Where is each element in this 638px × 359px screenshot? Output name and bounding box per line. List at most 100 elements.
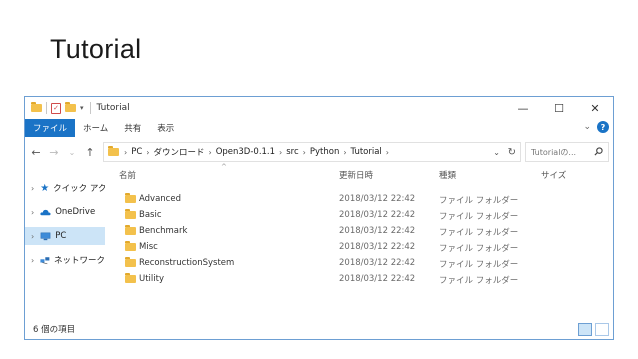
customize-dropdown-icon[interactable]: ▾ <box>80 104 84 112</box>
file-date: 2018/03/12 22:42 <box>339 258 416 268</box>
network-icon <box>40 256 50 264</box>
new-folder-icon[interactable] <box>65 102 76 112</box>
folder-icon <box>125 241 136 251</box>
pc-icon <box>40 232 51 240</box>
nav-item-pc[interactable]: › PC <box>25 227 105 245</box>
tab-home[interactable]: ホーム <box>75 122 116 134</box>
search-placeholder: Tutorialの... <box>531 147 577 157</box>
list-header: ^ 名前 更新日時 種類 サイズ <box>107 163 613 183</box>
file-name: ReconstructionSystem <box>139 258 235 268</box>
divider <box>46 102 47 114</box>
chevron-right-icon[interactable]: › <box>146 148 149 157</box>
address-bar[interactable]: › PC › ダウンロード › Open3D-0.1.1 › src › Pyt… <box>103 142 521 162</box>
file-name: Utility <box>139 274 165 284</box>
up-arrow-icon[interactable]: ↑ <box>83 146 97 159</box>
explorer-window: ✓ ▾ Tutorial — ☐ ✕ ファイル ホーム 共有 表示 ⌄ ? ← … <box>24 96 614 340</box>
file-type: ファイル フォルダー <box>439 276 519 286</box>
chevron-right-icon[interactable]: › <box>343 148 346 157</box>
properties-icon[interactable]: ✓ <box>51 102 61 114</box>
minimize-button[interactable]: — <box>505 97 541 119</box>
list-item[interactable]: Basic 2018/03/12 22:42 ファイル フォルダー <box>107 207 607 223</box>
nav-item-network[interactable]: › ネットワーク <box>25 251 105 269</box>
item-count: 6 個の項目 <box>33 325 76 335</box>
chevron-right-icon[interactable]: › <box>124 148 127 157</box>
nav-item-quick-access[interactable]: › ★ クイック アクセス <box>25 179 105 197</box>
list-item[interactable]: Advanced 2018/03/12 22:42 ファイル フォルダー <box>107 191 607 207</box>
address-dropdown-icon[interactable]: ⌄ <box>493 148 500 157</box>
details-view-icon[interactable] <box>578 323 592 336</box>
quick-access-toolbar: ✓ ▾ <box>31 102 95 114</box>
file-date: 2018/03/12 22:42 <box>339 210 416 220</box>
view-switcher <box>578 323 609 336</box>
close-button[interactable]: ✕ <box>577 97 613 119</box>
breadcrumb-item[interactable]: Open3D-0.1.1 <box>216 147 275 157</box>
back-arrow-icon[interactable]: ← <box>29 146 43 159</box>
folder-icon <box>31 102 42 112</box>
cloud-icon <box>40 209 51 215</box>
breadcrumb-item[interactable]: PC <box>131 147 142 157</box>
list-item[interactable]: ReconstructionSystem 2018/03/12 22:42 ファ… <box>107 255 607 271</box>
file-list: ^ 名前 更新日時 種類 サイズ Advanced 2018/03/12 22:… <box>107 163 613 315</box>
search-input[interactable]: Tutorialの... <box>525 142 609 162</box>
tab-view[interactable]: 表示 <box>149 122 182 134</box>
recent-dropdown-icon[interactable]: ⌄ <box>65 148 79 157</box>
chevron-right-icon[interactable]: › <box>303 148 306 157</box>
column-header-date[interactable]: 更新日時 <box>339 169 373 181</box>
file-date: 2018/03/12 22:42 <box>339 242 416 252</box>
nav-item-label: ネットワーク <box>53 256 105 266</box>
forward-arrow-icon[interactable]: → <box>47 146 61 159</box>
chevron-right-icon[interactable]: › <box>31 232 34 241</box>
list-item[interactable]: Utility 2018/03/12 22:42 ファイル フォルダー <box>107 271 607 287</box>
maximize-button[interactable]: ☐ <box>541 97 577 119</box>
file-type: ファイル フォルダー <box>439 260 519 270</box>
file-date: 2018/03/12 22:42 <box>339 194 416 204</box>
nav-item-label: PC <box>55 231 67 241</box>
tab-file[interactable]: ファイル <box>25 119 76 137</box>
navigation-pane: › ★ クイック アクセス › OneDrive › PC › <box>25 167 105 317</box>
file-date: 2018/03/12 22:42 <box>339 226 416 236</box>
chevron-right-icon[interactable]: › <box>31 256 34 265</box>
list-item[interactable]: Benchmark 2018/03/12 22:42 ファイル フォルダー <box>107 223 607 239</box>
file-type: ファイル フォルダー <box>439 244 519 254</box>
chevron-right-icon[interactable]: › <box>31 184 34 193</box>
breadcrumb-item[interactable]: Python <box>310 147 339 157</box>
breadcrumb-item[interactable]: ダウンロード <box>153 146 204 158</box>
folder-icon <box>125 193 136 203</box>
chevron-right-icon[interactable]: › <box>386 148 389 157</box>
list-item[interactable]: Misc 2018/03/12 22:42 ファイル フォルダー <box>107 239 607 255</box>
breadcrumb-item[interactable]: src <box>286 147 298 157</box>
sort-caret-icon: ^ <box>221 163 227 171</box>
file-name: Benchmark <box>139 226 188 236</box>
folder-icon <box>125 257 136 267</box>
nav-item-label: OneDrive <box>55 207 96 217</box>
title-bar: ✓ ▾ Tutorial — ☐ ✕ <box>25 97 613 119</box>
search-icon[interactable] <box>594 147 603 156</box>
large-icons-view-icon[interactable] <box>595 323 609 336</box>
file-name: Basic <box>139 210 162 220</box>
column-header-type[interactable]: 種類 <box>439 169 456 181</box>
help-icon[interactable]: ? <box>597 121 609 133</box>
chevron-right-icon[interactable]: › <box>31 208 34 217</box>
file-type: ファイル フォルダー <box>439 228 519 238</box>
folder-icon <box>108 146 119 156</box>
file-type: ファイル フォルダー <box>439 196 519 206</box>
chevron-right-icon[interactable]: › <box>279 148 282 157</box>
file-type: ファイル フォルダー <box>439 212 519 222</box>
file-name: Misc <box>139 242 158 252</box>
breadcrumb-item[interactable]: Tutorial <box>351 147 382 157</box>
ribbon-right: ⌄ ? <box>583 121 609 133</box>
tab-share[interactable]: 共有 <box>116 122 149 134</box>
ribbon-tabs: ファイル ホーム 共有 表示 ⌄ ? <box>25 119 613 137</box>
column-header-name[interactable]: 名前 <box>119 169 136 181</box>
expand-ribbon-icon[interactable]: ⌄ <box>583 122 591 132</box>
caption-buttons: — ☐ ✕ <box>505 97 613 119</box>
nav-item-onedrive[interactable]: › OneDrive <box>25 203 105 221</box>
nav-item-label: クイック アクセス <box>53 184 105 194</box>
divider <box>89 102 91 114</box>
refresh-icon[interactable]: ↻ <box>508 147 516 158</box>
column-header-size[interactable]: サイズ <box>541 169 566 181</box>
slide-title: Tutorial <box>50 34 142 64</box>
chevron-right-icon[interactable]: › <box>208 148 211 157</box>
folder-icon <box>125 273 136 283</box>
window-title: Tutorial <box>96 103 130 113</box>
